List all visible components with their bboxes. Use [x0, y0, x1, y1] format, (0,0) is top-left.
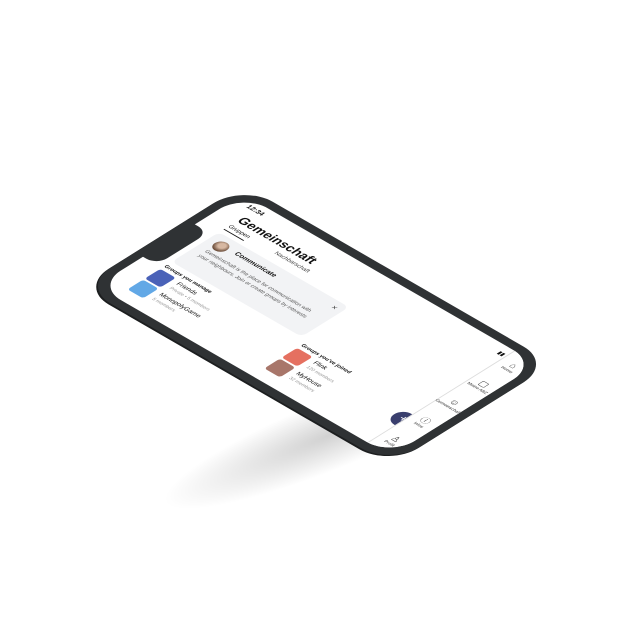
- mockup-stage: 12:34 ▮▮ ᯤ ▭ Gemeinschaft Gruppen Nachba…: [0, 0, 635, 635]
- nav-item-profil[interactable]: ♙ Profil: [383, 434, 405, 447]
- nav-item-home[interactable]: ⌂ Home: [500, 360, 523, 373]
- bottom-nav: ⌂ Home ▢ Meine ABZ ☺ Gemeinschaft ⓘ Info…: [367, 350, 538, 456]
- phone-mockup: 12:34 ▮▮ ᯤ ▭ Gemeinschaft Gruppen Nachba…: [80, 184, 554, 466]
- close-icon[interactable]: ×: [329, 304, 341, 311]
- nav-item-infos[interactable]: ⓘ Infos: [413, 415, 434, 429]
